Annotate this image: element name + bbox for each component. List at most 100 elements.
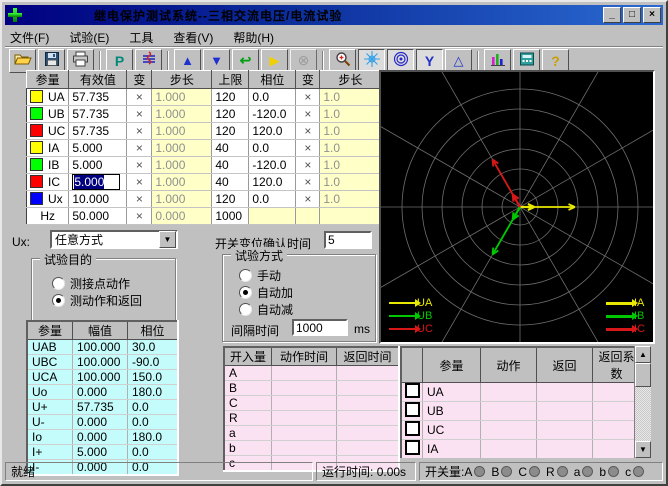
value-cell[interactable]: 5.000 (69, 174, 127, 191)
radio-label: 测动作和返回 (70, 292, 142, 309)
switch-confirm-input[interactable] (324, 231, 372, 249)
maximize-button[interactable]: □ (623, 7, 641, 23)
calculator-button[interactable] (513, 49, 540, 73)
limit-cell[interactable]: 120 (212, 106, 249, 123)
radio-icon[interactable] (239, 286, 252, 299)
radio-自动减[interactable]: 自动减 (239, 301, 293, 318)
zoom-button[interactable] (329, 49, 356, 73)
minimize-button[interactable]: _ (603, 7, 621, 23)
value-cell[interactable]: 50.000 (69, 208, 127, 225)
checkbox-icon[interactable] (405, 383, 420, 398)
result-table-wrap: 参量动作返回返回系数 UAUBUCIAIBIC (400, 346, 634, 458)
scroll-up-icon[interactable]: ▲ (635, 346, 651, 363)
step-cell: 0.000 (152, 208, 212, 225)
value-cell[interactable]: 10.000 (69, 191, 127, 208)
phase-vary-toggle-cell[interactable]: × (296, 174, 320, 191)
save-button[interactable] (38, 49, 65, 73)
vary-toggle-cell[interactable]: × (127, 174, 152, 191)
channel-color-chip (30, 192, 43, 205)
delta-connection-button[interactable]: △ (445, 49, 472, 73)
phase-vary-toggle-cell[interactable]: × (296, 157, 320, 174)
vary-toggle-cell[interactable]: × (127, 140, 152, 157)
waveform-button[interactable] (484, 49, 511, 73)
checkbox-icon[interactable] (405, 440, 420, 455)
menu-test[interactable]: 试验(E) (69, 29, 109, 46)
test-purpose-title: 试验目的 (40, 251, 96, 268)
step-up-button[interactable]: ▲ (174, 49, 201, 73)
limit-cell[interactable]: 120 (212, 89, 249, 106)
p-output-button[interactable]: P (106, 49, 133, 73)
phase-cell[interactable]: 0.0 (249, 191, 296, 208)
phase-vary-toggle-cell[interactable]: × (296, 140, 320, 157)
vary-toggle-cell[interactable]: × (127, 208, 152, 225)
chevron-down-icon[interactable]: ▼ (159, 231, 176, 248)
open-button[interactable] (9, 49, 36, 73)
scroll-track[interactable] (635, 387, 651, 441)
print-button[interactable] (67, 49, 94, 73)
checkbox-icon[interactable] (405, 421, 420, 436)
value-cell[interactable]: 57.735 (69, 123, 127, 140)
phase-vary-toggle-cell[interactable]: × (296, 191, 320, 208)
menu-tools[interactable]: 工具 (129, 29, 153, 46)
help-button[interactable]: ? (542, 49, 569, 73)
radio-测动作和返回[interactable]: 测动作和返回 (52, 292, 142, 309)
value-cell[interactable]: 57.735 (69, 89, 127, 106)
phase-cell[interactable]: 0.0 (249, 140, 296, 157)
scroll-down-icon[interactable]: ▼ (635, 441, 651, 458)
input-row-A: A (224, 366, 399, 381)
wye-connection-button[interactable]: Y (416, 49, 443, 73)
radio-icon[interactable] (239, 303, 252, 316)
harmonic-button[interactable] (135, 49, 162, 73)
phase-cell[interactable]: -120.0 (249, 157, 296, 174)
value-cell[interactable]: 5.000 (69, 157, 127, 174)
interval-input[interactable] (292, 319, 348, 336)
vary-toggle-cell[interactable]: × (127, 89, 152, 106)
menu-view[interactable]: 查看(V) (173, 29, 213, 46)
radio-icon[interactable] (239, 269, 252, 282)
limit-cell[interactable]: 120 (212, 123, 249, 140)
limit-cell[interactable]: 120 (212, 191, 249, 208)
value-cell[interactable]: 5.000 (69, 140, 127, 157)
phase-cell[interactable]: 0.0 (249, 89, 296, 106)
limit-cell[interactable]: 40 (212, 174, 249, 191)
param-header-7: 步长 (320, 71, 381, 89)
radio-icon[interactable] (52, 277, 65, 290)
time-cell (272, 441, 337, 456)
phase-vary-toggle-cell[interactable]: × (296, 89, 320, 106)
phase-cell[interactable]: 120.0 (249, 123, 296, 140)
reset-button[interactable]: ↩ (232, 49, 259, 73)
value-editbox[interactable]: 5.000 (72, 174, 120, 190)
radio-手动[interactable]: 手动 (239, 267, 281, 284)
vary-toggle-cell[interactable]: × (127, 123, 152, 140)
vary-toggle-cell[interactable]: × (127, 106, 152, 123)
radio-测接点动作[interactable]: 测接点动作 (52, 275, 130, 292)
vary-toggle-cell[interactable]: × (127, 191, 152, 208)
scroll-thumb[interactable] (635, 363, 651, 387)
ux-mode-select[interactable]: 任意方式 ▼ (50, 230, 178, 249)
menu-help[interactable]: 帮助(H) (233, 29, 274, 46)
legend-arrow-icon (606, 302, 632, 305)
phase-vary-toggle-cell[interactable] (296, 208, 320, 225)
start-test-button[interactable]: ▶ (261, 49, 288, 73)
limit-cell[interactable]: 40 (212, 157, 249, 174)
close-button[interactable]: × (643, 7, 661, 23)
phase-vary-toggle-cell[interactable]: × (296, 123, 320, 140)
limit-cell[interactable]: 1000 (212, 208, 249, 225)
phase-cell[interactable] (249, 208, 296, 225)
radio-icon[interactable] (52, 294, 65, 307)
checkbox-icon[interactable] (405, 402, 420, 417)
phase-cell[interactable]: -120.0 (249, 106, 296, 123)
phase-cell[interactable]: 120.0 (249, 174, 296, 191)
switch-label-R: R (546, 465, 555, 479)
limit-cell[interactable]: 40 (212, 140, 249, 157)
value-cell[interactable]: 57.735 (69, 106, 127, 123)
derived-header-1: 幅值 (73, 321, 128, 340)
crosshair-view-button[interactable] (358, 49, 385, 73)
menu-file[interactable]: 文件(F) (10, 29, 49, 46)
radio-自动加[interactable]: 自动加 (239, 284, 293, 301)
stop-test-button[interactable]: ⊗ (290, 49, 317, 73)
polar-view-button[interactable] (387, 49, 414, 73)
phase-vary-toggle-cell[interactable]: × (296, 106, 320, 123)
vary-toggle-cell[interactable]: × (127, 157, 152, 174)
step-down-button[interactable]: ▼ (203, 49, 230, 73)
